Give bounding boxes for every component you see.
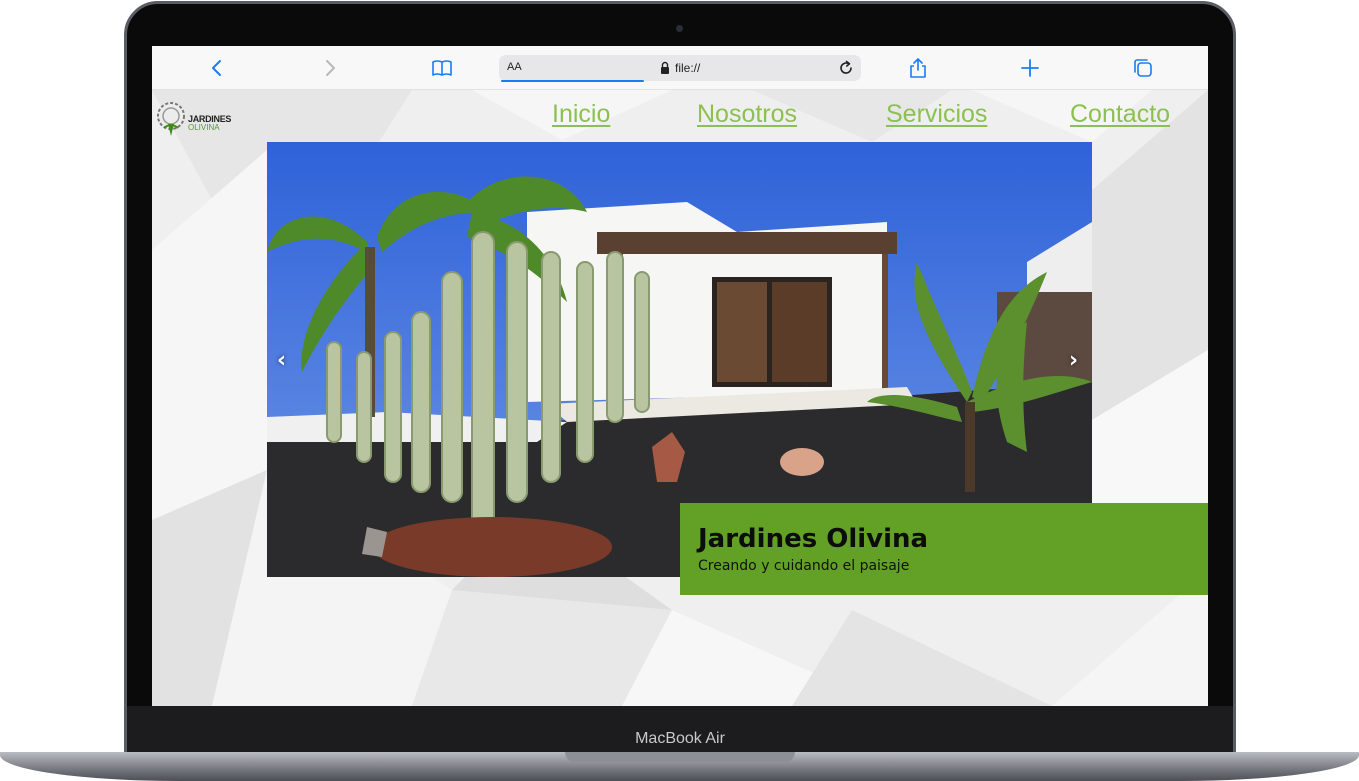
lock-icon	[661, 61, 669, 74]
bookmarks-icon[interactable]	[431, 57, 453, 79]
share-icon[interactable]	[907, 57, 929, 79]
camera-icon	[676, 25, 683, 32]
tabs-icon[interactable]	[1132, 57, 1154, 79]
laptop-notch	[565, 752, 795, 762]
nav-link-contacto[interactable]: Contacto	[1070, 100, 1170, 129]
loading-progress	[501, 80, 644, 82]
back-icon[interactable]	[206, 57, 228, 79]
laptop-frame: MacBook Air AA file:// JARDINES OLIVINA …	[0, 0, 1359, 781]
hero-caption: Jardines Olivina Creando y cuidando el p…	[680, 503, 1208, 595]
carousel-next-button[interactable]: ›	[1069, 348, 1078, 373]
hero-subtitle: Creando y cuidando el paisaje	[698, 558, 910, 574]
text-size-button[interactable]: AA	[507, 61, 522, 73]
new-tab-icon[interactable]	[1019, 57, 1041, 79]
url-text: file://	[675, 61, 701, 75]
nav-link-servicios[interactable]: Servicios	[886, 100, 987, 129]
main-nav: Inicio Nosotros Servicios Contacto	[152, 100, 1208, 140]
nav-link-nosotros[interactable]: Nosotros	[697, 100, 797, 129]
browser-toolbar: AA file://	[152, 46, 1208, 90]
carousel-prev-button[interactable]: ‹	[277, 348, 286, 373]
screen: AA file:// JARDINES OLIVINA Inicio Nosot…	[152, 46, 1208, 706]
device-model-label: MacBook Air	[635, 730, 725, 747]
forward-icon[interactable]	[319, 57, 341, 79]
nav-link-inicio[interactable]: Inicio	[552, 100, 610, 129]
address-bar[interactable]: AA file://	[499, 55, 861, 82]
hero-title: Jardines Olivina	[698, 524, 929, 554]
reload-icon[interactable]	[837, 59, 855, 77]
web-page: JARDINES OLIVINA Inicio Nosotros Servici…	[152, 90, 1208, 706]
